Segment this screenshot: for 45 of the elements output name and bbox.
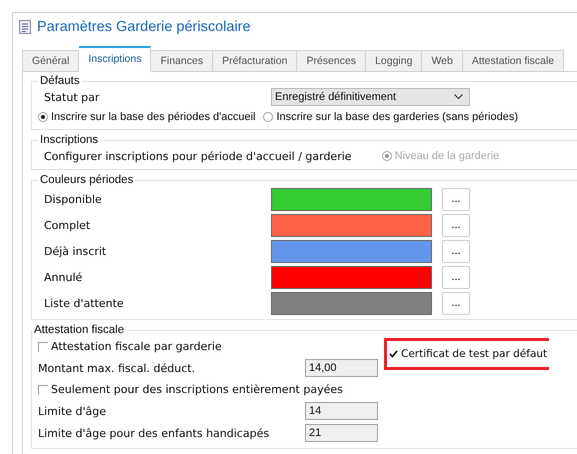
- radio-button[interactable]: Inscrire sur la base des garderies (sans périodes): [263, 110, 518, 122]
- browse-button[interactable]: ...: [442, 266, 470, 288]
- group-label: Inscriptions: [39, 134, 100, 146]
- tab[interactable]: Présences: [297, 50, 366, 72]
- color-label: Disponible: [44, 192, 103, 206]
- tab[interactable]: Finances: [151, 50, 214, 72]
- field-label: Montant max. fiscal. déduct.: [38, 362, 196, 374]
- color-label: Annulé: [44, 270, 84, 284]
- input-field[interactable]: 14,00: [305, 359, 378, 377]
- tab[interactable]: Web: [422, 50, 463, 72]
- field-label: Configurer inscriptions pour période d'accueil / garderie: [44, 150, 352, 162]
- field-label: Statut par: [44, 90, 100, 104]
- document-icon: [19, 20, 31, 34]
- color-label: Déjà inscrit: [44, 244, 108, 258]
- color-label: Complet: [44, 218, 92, 232]
- field-label: Limite d'âge pour des enfants handicapés: [38, 426, 270, 440]
- browse-button[interactable]: ...: [442, 240, 470, 262]
- group-label: Attestation fiscale: [33, 324, 126, 336]
- checkbox[interactable]: Attestation fiscale par garderie: [38, 336, 378, 357]
- checkbox[interactable]: Certificat de test par défaut: [384, 338, 550, 370]
- input-field[interactable]: 14: [305, 402, 378, 420]
- color-swatch[interactable]: [271, 188, 432, 210]
- color-swatch[interactable]: [271, 214, 432, 236]
- dropdown[interactable]: Enregistré définitivement: [271, 88, 470, 106]
- browse-button[interactable]: ...: [442, 214, 470, 236]
- field-label: Limite d'âge: [38, 404, 108, 418]
- browse-button[interactable]: ...: [442, 188, 470, 210]
- checkbox[interactable]: Seulement pour des inscriptions entièrement payées: [38, 379, 378, 400]
- color-swatch[interactable]: [271, 292, 432, 314]
- checkmark-icon: [389, 350, 398, 358]
- group-label: Défauts: [39, 75, 81, 87]
- tab[interactable]: Général: [22, 50, 80, 72]
- chevron-down-icon: [454, 94, 463, 100]
- tab[interactable]: Inscriptions: [79, 46, 152, 72]
- radio-button[interactable]: Inscrire sur la base des périodes d'accueil: [38, 110, 256, 122]
- color-swatch[interactable]: [271, 266, 432, 288]
- window-title: Paramètres Garderie périscolaire: [37, 19, 251, 35]
- tab[interactable]: Logging: [366, 50, 422, 72]
- browse-button[interactable]: ...: [442, 292, 470, 314]
- tab[interactable]: Préfacturation: [213, 50, 298, 72]
- group-label: Couleurs périodes: [39, 174, 134, 186]
- color-label: Liste d'attente: [44, 296, 125, 310]
- tab[interactable]: Attestation fiscale: [462, 50, 564, 72]
- color-swatch[interactable]: [271, 240, 432, 262]
- input-field[interactable]: 21: [305, 424, 378, 442]
